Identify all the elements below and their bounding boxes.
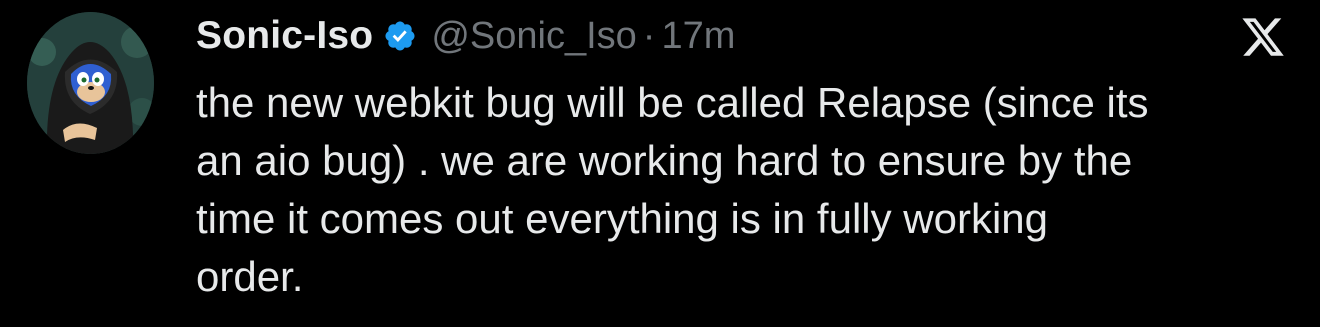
tweet-header: Sonic-Iso @Sonic_Iso · 17m (196, 8, 735, 64)
tweet-body-text: the new webkit bug will be called Relaps… (196, 79, 1149, 300)
tweet-timestamp[interactable]: 17m (661, 15, 735, 58)
author-display-name[interactable]: Sonic-Iso (196, 14, 373, 58)
verified-badge-icon (383, 19, 417, 53)
author-avatar[interactable] (27, 12, 154, 154)
separator-dot: · (642, 14, 656, 57)
avatar-image (27, 12, 154, 154)
tweet-card[interactable]: Sonic-Iso @Sonic_Iso · 17m the new webki… (0, 0, 1320, 327)
author-handle[interactable]: @Sonic_Iso (431, 15, 636, 58)
x-logo-icon[interactable] (1240, 14, 1286, 60)
